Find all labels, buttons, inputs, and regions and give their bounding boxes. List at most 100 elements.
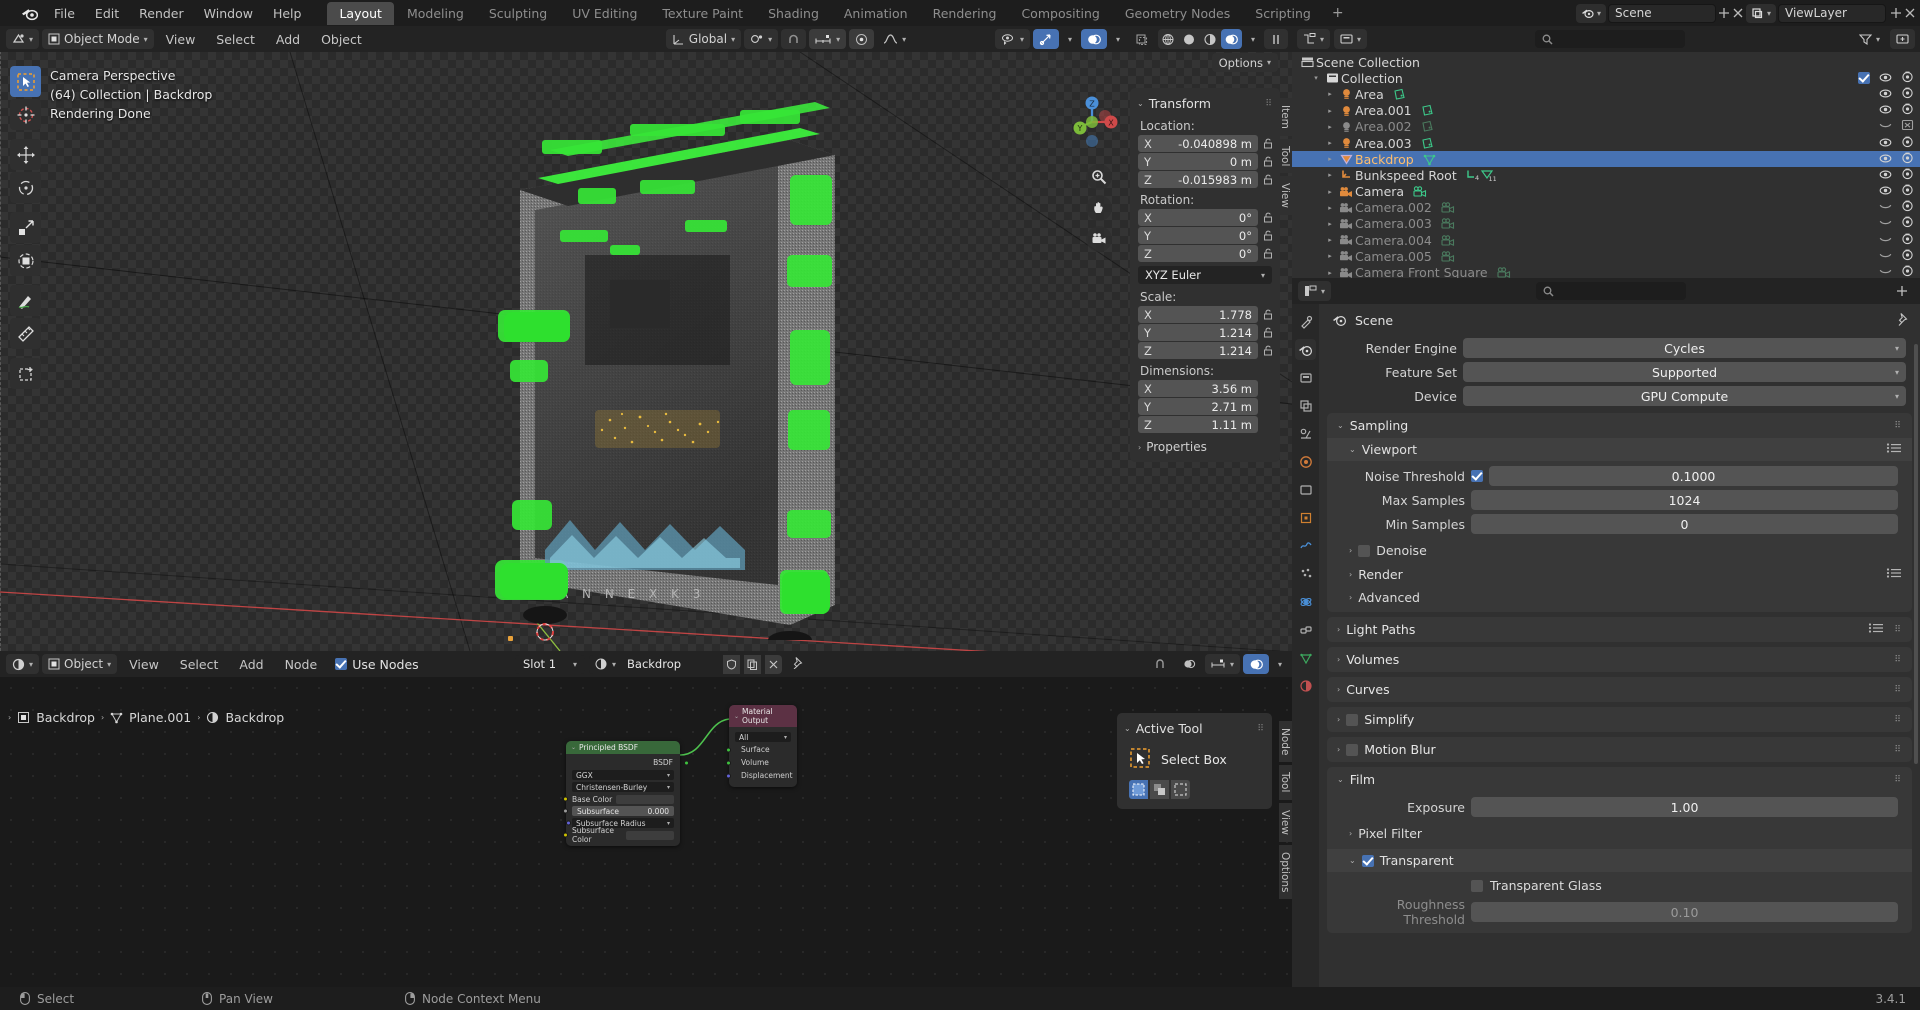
- wireframe-shading-button[interactable]: [1158, 29, 1179, 49]
- active-tool-panel-header[interactable]: ⌄ Active Tool ⠿: [1117, 717, 1272, 740]
- tab-layout[interactable]: Layout: [327, 1, 394, 25]
- socket-surface[interactable]: [726, 747, 731, 752]
- drag-dots-icon[interactable]: ⠿: [1894, 655, 1902, 665]
- view-layer-browse-icon[interactable]: ▾: [1745, 3, 1776, 23]
- menu-edit[interactable]: Edit: [85, 4, 129, 23]
- drag-dots-icon[interactable]: ⠿: [1894, 775, 1902, 785]
- editor-type-icon[interactable]: ▾: [6, 29, 40, 49]
- render-visibility-icon[interactable]: [1901, 152, 1914, 167]
- blender-logo-icon[interactable]: [14, 6, 44, 21]
- visibility-eye-icon[interactable]: [1879, 216, 1892, 231]
- view-layer-name-field[interactable]: ViewLayer: [1778, 3, 1886, 23]
- render-visibility-icon[interactable]: [1901, 136, 1914, 151]
- use-nodes-checkbox[interactable]: [335, 658, 348, 670]
- outliner-row-area-001[interactable]: ▸ Area.001: [1292, 103, 1920, 119]
- viewport-sampling-header[interactable]: ⌄ Viewport: [1327, 438, 1912, 461]
- particles-tab[interactable]: [1295, 563, 1316, 584]
- render-visibility-icon[interactable]: [1901, 249, 1914, 264]
- socket-volume[interactable]: [726, 760, 731, 765]
- add-workspace-button[interactable]: +: [1324, 1, 1352, 25]
- menu-render[interactable]: Render: [129, 4, 194, 23]
- outliner-row-camera-004[interactable]: ▸ Camera.004: [1292, 232, 1920, 248]
- empty-data-icon[interactable]: 4 118: [1457, 169, 1496, 182]
- exposure-value[interactable]: 1.00: [1471, 797, 1898, 817]
- expand-arrow-icon[interactable]: ▸: [1323, 123, 1337, 131]
- camera-data-icon[interactable]: [1432, 250, 1455, 263]
- shader-tab-view[interactable]: View: [1279, 802, 1292, 842]
- exposure-row[interactable]: Exposure 1.00: [1327, 792, 1912, 819]
- node-input-surface[interactable]: Surface: [726, 744, 791, 755]
- node-input-displacement[interactable]: Displacement: [726, 770, 793, 781]
- socket-base-color[interactable]: [563, 796, 568, 802]
- volumes-panel[interactable]: › Volumes ⠿: [1327, 647, 1912, 672]
- dimensions-y-row[interactable]: Y 2.71 m: [1130, 398, 1280, 416]
- material-tab[interactable]: [1295, 675, 1316, 696]
- shader-tab-node[interactable]: Node: [1279, 721, 1292, 763]
- outliner-row-camera-002[interactable]: ▸ Camera.002: [1292, 200, 1920, 216]
- render-visibility-icon[interactable]: [1901, 119, 1914, 134]
- expand-arrow-icon[interactable]: ▸: [1323, 236, 1337, 244]
- scale-x-row[interactable]: X 1.778: [1130, 306, 1280, 324]
- visibility-eye-icon[interactable]: [1879, 71, 1892, 86]
- max-samples-row[interactable]: Max Samples 1024: [1327, 488, 1912, 512]
- use-nodes-toggle[interactable]: Use Nodes: [329, 657, 419, 672]
- constraints-tab[interactable]: [1295, 619, 1316, 640]
- light-data-icon[interactable]: [1412, 120, 1434, 133]
- tab-shading[interactable]: Shading: [756, 2, 831, 25]
- preset-list-icon[interactable]: [1886, 442, 1902, 457]
- expand-arrow-icon[interactable]: ▸: [1323, 155, 1337, 163]
- render-visibility-icon[interactable]: [1901, 87, 1914, 102]
- noise-threshold-checkbox[interactable]: [1471, 470, 1483, 482]
- shading-mode-group[interactable]: [1157, 29, 1242, 49]
- drag-dots-icon[interactable]: ⠿: [1257, 724, 1265, 734]
- shader-preview-toggle[interactable]: [1242, 654, 1269, 674]
- outliner-row-collection[interactable]: ▾ Collection: [1292, 70, 1920, 86]
- tab-scripting[interactable]: Scripting: [1243, 2, 1323, 25]
- expand-arrow-icon[interactable]: ▸: [1323, 220, 1337, 228]
- add-cube-tool[interactable]: [10, 358, 41, 389]
- motion-blur-checkbox[interactable]: [1346, 743, 1359, 756]
- properties-subpanel-header[interactable]: › Properties: [1130, 434, 1280, 456]
- lock-scale-x-icon[interactable]: [1261, 309, 1274, 320]
- denoise-row[interactable]: › Denoise: [1327, 536, 1912, 563]
- zoom-icon[interactable]: [1086, 164, 1112, 190]
- menu-help[interactable]: Help: [263, 4, 312, 23]
- shader-preview-dropdown[interactable]: ▾: [1272, 654, 1288, 674]
- render-visibility-icon[interactable]: [1901, 103, 1914, 118]
- scale-tool[interactable]: [10, 212, 41, 243]
- overlays-toggle[interactable]: [1080, 29, 1107, 49]
- lock-location-x-icon[interactable]: [1261, 138, 1274, 149]
- outliner-row-camera-005[interactable]: ▸ Camera.005: [1292, 248, 1920, 264]
- pin-material-icon[interactable]: [786, 656, 805, 672]
- expand-arrow-icon[interactable]: ▸: [1323, 171, 1337, 179]
- simplify-checkbox[interactable]: [1346, 713, 1359, 726]
- motion-blur-panel[interactable]: › Motion Blur ⠿: [1327, 737, 1912, 762]
- tab-compositing[interactable]: Compositing: [1009, 2, 1111, 25]
- outliner-display-mode-icon[interactable]: ▾: [1297, 29, 1331, 49]
- camera-data-icon[interactable]: [1432, 217, 1455, 230]
- node-principled-bsdf-header[interactable]: ⌄ Principled BSDF: [566, 741, 680, 754]
- transparent-row[interactable]: ⌄ Transparent: [1327, 849, 1912, 872]
- node-input-volume[interactable]: Volume: [726, 757, 791, 768]
- rendered-shading-button[interactable]: [1220, 29, 1242, 49]
- properties-editor-type-icon[interactable]: ▾: [1298, 281, 1332, 301]
- expand-arrow-icon[interactable]: ▸: [1323, 204, 1337, 212]
- visibility-eye-icon[interactable]: [1879, 136, 1892, 151]
- scene-name-field[interactable]: Scene: [1607, 3, 1716, 23]
- outliner-row-area-002[interactable]: ▸ Area.002: [1292, 119, 1920, 135]
- visibility-eye-icon[interactable]: [1879, 168, 1892, 183]
- transform-tool[interactable]: [10, 245, 41, 276]
- render-visibility-icon[interactable]: [1901, 168, 1914, 183]
- tab-texture-paint[interactable]: Texture Paint: [650, 2, 755, 25]
- transparent-glass-row[interactable]: Transparent Glass: [1327, 872, 1912, 895]
- viewport-menu-add[interactable]: Add: [267, 30, 309, 49]
- outliner-row-bunkspeed-root[interactable]: ▸ Bunkspeed Root 4 118: [1292, 167, 1920, 183]
- render-engine-value[interactable]: Cycles ▾: [1463, 338, 1906, 358]
- dimensions-x-row[interactable]: X 3.56 m: [1130, 380, 1280, 398]
- render-visibility-icon[interactable]: [1901, 184, 1914, 199]
- remove-view-layer-icon[interactable]: [1904, 7, 1916, 19]
- tool-tab[interactable]: [1295, 311, 1316, 332]
- visibility-eye-icon[interactable]: [1879, 152, 1892, 167]
- shading-options-dropdown[interactable]: ▾: [1245, 29, 1261, 49]
- node-input-subsurface-color[interactable]: Subsurface Color: [563, 826, 674, 844]
